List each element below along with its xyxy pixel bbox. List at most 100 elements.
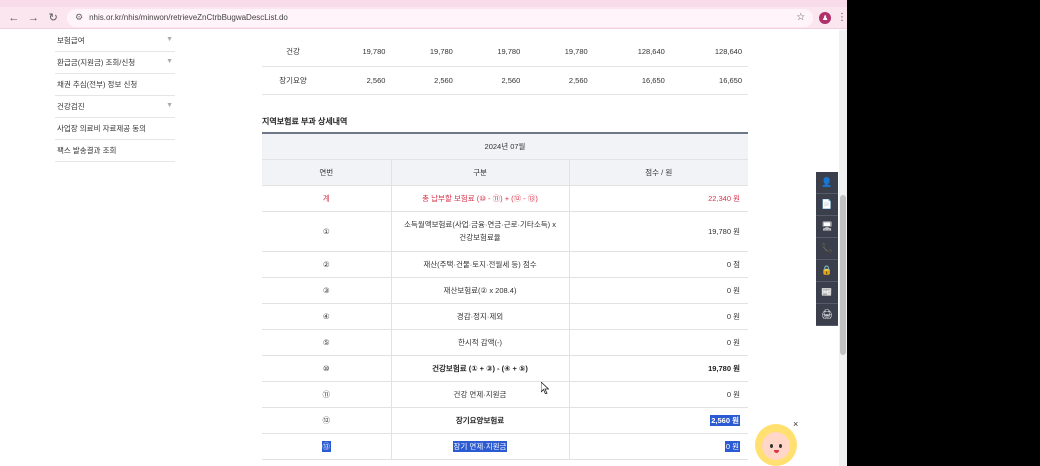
browser-menu-icon[interactable]: ⋮ — [837, 12, 847, 23]
row-category: 장기요양 — [262, 66, 324, 95]
table-row: ⑫ 장기요양보험료 2,560 원 — [262, 407, 748, 434]
row-number: ③ — [262, 277, 391, 304]
row-category: 건강 — [262, 38, 324, 67]
table-row: ⑪ 건강 면제·지원금 0 원 — [262, 381, 748, 408]
sidebar-item-label: 환급금(지원금) 조회/신청 — [57, 58, 136, 67]
sidebar-item[interactable]: 사업장 의료비 자료제공 동의 — [55, 118, 175, 140]
cell-value: 2,560 — [324, 66, 392, 95]
row-amount: 0 원 — [568, 433, 748, 460]
row-label-text: 장기 면제·지원금 — [452, 440, 508, 452]
news-icon[interactable]: 📰 — [816, 282, 838, 304]
chatbot-mascot-button[interactable] — [755, 424, 797, 466]
row-amount: 0 원 — [568, 277, 748, 304]
row-label-text: 재산보험료(② x 208.4) — [443, 285, 517, 295]
address-bar[interactable]: ⚙ nhis.or.kr/nhis/minwon/retrieveZnCtrbB… — [67, 8, 814, 27]
row-number-text: 계 — [322, 193, 330, 203]
row-number: ⑩ — [262, 355, 391, 382]
row-number-text: ⑫ — [322, 415, 331, 425]
row-amount-text: 19,780 원 — [708, 226, 740, 236]
row-amount-text: 0 원 — [726, 285, 740, 295]
row-amount-text: 0 원 — [726, 311, 740, 321]
table-row: 건강 19,780 19,780 19,780 19,780 128,640 128,640 — [262, 38, 748, 67]
row-label-text: 장기요양보험료 — [455, 415, 505, 425]
page-scrollbar[interactable] — [839, 30, 847, 466]
row-number: ① — [262, 211, 391, 252]
row-amount: 0 점 — [568, 251, 748, 278]
row-amount: 0 원 — [568, 329, 748, 356]
row-label-text: 건강보험료 (① + ③) - (④ + ⑤) — [432, 363, 528, 373]
row-number: ⑤ — [262, 329, 391, 356]
site-info-icon[interactable]: ⚙ — [75, 12, 83, 23]
row-label-text: 총 납부할 보험료 (⑩ - ⑪) + (⑫ - ⑬) — [422, 193, 538, 203]
lock-icon[interactable]: 🔒 — [816, 260, 838, 282]
cell-value: 128,640 — [593, 38, 671, 67]
row-label: 장기요양보험료 — [390, 407, 569, 434]
col-header-amount: 점수 / 원 — [568, 159, 748, 186]
table-row: 장기요양 2,560 2,560 2,560 2,560 16,650 16,650 — [262, 66, 748, 95]
row-label: 재산보험료(② x 208.4) — [390, 277, 569, 304]
bookmark-star-icon[interactable]: ☆ — [796, 12, 805, 23]
person-icon[interactable]: 👤 — [816, 172, 838, 194]
row-number-text: ③ — [322, 285, 330, 295]
sidebar-item[interactable]: 환급금(지원금) 조회/신청 ▼ — [55, 52, 175, 74]
cell-value: 19,780 — [391, 38, 459, 67]
scrollbar-thumb[interactable] — [840, 195, 846, 355]
sidebar-item-label: 보험급여 — [57, 36, 85, 45]
chevron-down-icon[interactable]: ▼ — [166, 102, 173, 109]
row-label: 총 납부할 보험료 (⑩ - ⑪) + (⑫ - ⑬) — [390, 185, 569, 212]
mascot-face-icon — [762, 432, 790, 460]
mouse-cursor-icon — [541, 382, 549, 394]
sidebar-item-label: 건강검진 — [57, 102, 85, 111]
sidebar-item-label: 사업장 의료비 자료제공 동의 — [57, 124, 147, 133]
profile-avatar[interactable]: ♟ — [819, 11, 832, 24]
table-row: ⑤ 한시적 감액(-) 0 원 — [262, 329, 748, 356]
row-amount-text: 0 점 — [726, 259, 740, 269]
document-icon[interactable]: 📄 — [816, 194, 838, 216]
row-amount: 2,560 원 — [568, 407, 748, 434]
col-header-type: 구분 — [390, 159, 569, 186]
reload-icon[interactable]: ↻ — [45, 10, 61, 26]
row-number-text: ⑬ — [321, 440, 331, 452]
row-amount-text: 2,560 원 — [710, 414, 740, 426]
row-label-text: 한시적 감액(-) — [457, 337, 503, 347]
sidebar-item[interactable]: 팩스 발송결과 조회 — [55, 140, 175, 162]
chevron-down-icon[interactable]: ▼ — [166, 36, 173, 43]
row-amount: 0 원 — [568, 381, 748, 408]
period-row: 2024년 07월 — [262, 133, 748, 160]
row-number: ⑫ — [262, 407, 391, 434]
print-icon[interactable]: 🖨 — [816, 304, 838, 326]
row-number-text: ④ — [322, 311, 330, 321]
row-number-text: ② — [322, 259, 330, 269]
cell-value: 2,560 — [391, 66, 459, 95]
tab-strip — [0, 0, 847, 7]
row-number-text: ⑩ — [322, 363, 330, 373]
summary-table: 건강 19,780 19,780 19,780 19,780 128,640 128,640… — [262, 30, 748, 95]
phone-icon[interactable]: 📞 — [816, 238, 838, 260]
row-number-text: ⑪ — [322, 389, 331, 399]
row-number: ② — [262, 251, 391, 278]
row-amount-text: 0 원 — [726, 389, 740, 399]
row-label: 재산(주택·건물·토지·전월세 등) 점수 — [390, 251, 569, 278]
browser-viewport: ← → ↻ ⚙ nhis.or.kr/nhis/minwon/retrieveZ… — [0, 0, 847, 466]
monitor-icon[interactable]: 🖥 — [816, 216, 838, 238]
sidebar-item[interactable]: 건강검진 ▼ — [55, 96, 175, 118]
url-text: nhis.or.kr/nhis/minwon/retrieveZnCtrbBug… — [89, 13, 288, 22]
cell-value: 128,640 — [670, 38, 748, 67]
back-icon[interactable]: ← — [6, 10, 22, 26]
row-number: 계 — [262, 185, 391, 212]
sidebar-item[interactable]: 채권 추심(전부) 정보 신청 — [55, 74, 175, 96]
detail-table: 2024년 07월 연번 구분 점수 / 원 계 총 납부할 보험료 (⑩ - ⑪… — [262, 132, 748, 460]
table-row — [262, 30, 748, 38]
cell-value: 19,780 — [526, 38, 594, 67]
row-amount: 19,780 원 — [568, 355, 748, 382]
row-number: ⑬ — [262, 433, 391, 460]
row-label: 소득월액보험료(사업·금융·연금·근로·기타소득) x 건강보험료율 — [390, 211, 569, 252]
row-number: ⑪ — [262, 381, 391, 408]
close-icon[interactable]: × — [793, 419, 798, 429]
cell-value: 16,650 — [593, 66, 671, 95]
row-amount: 22,340 원 — [568, 185, 748, 212]
forward-icon[interactable]: → — [26, 10, 42, 26]
cell-value: 19,780 — [324, 38, 392, 67]
sidebar-item[interactable]: 보험급여 ▼ — [55, 30, 175, 52]
chevron-down-icon[interactable]: ▼ — [166, 58, 173, 65]
